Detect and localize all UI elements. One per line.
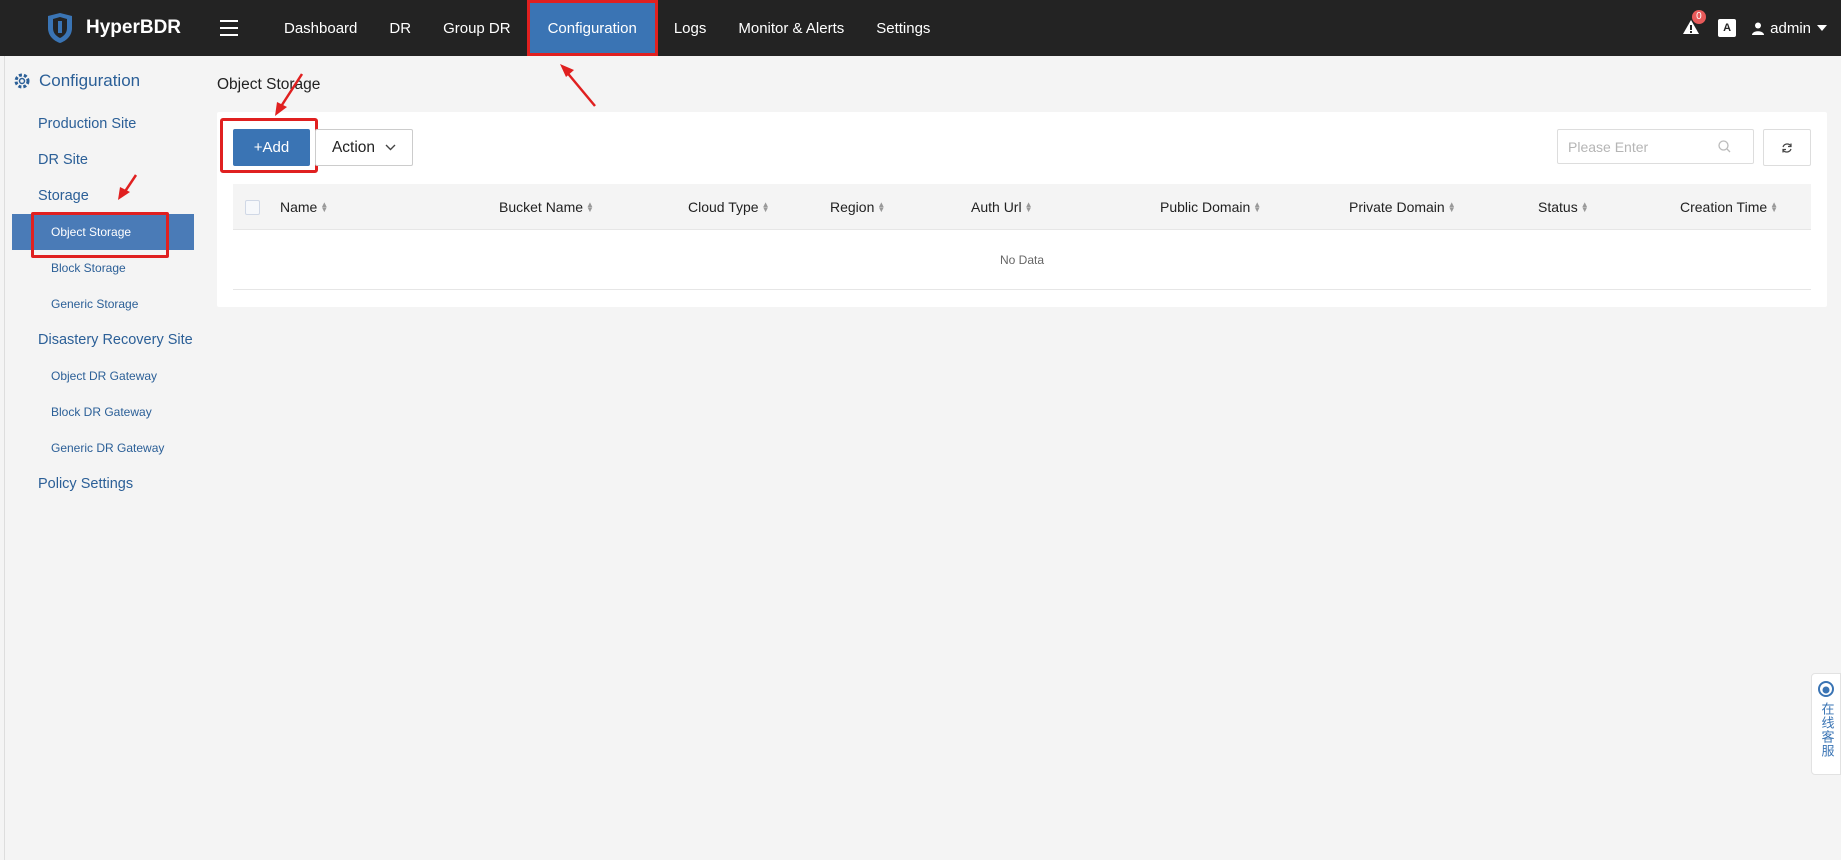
column-private-domain[interactable]: Private Domain ▲ ▼ [1349, 184, 1456, 230]
nav-logs[interactable]: Logs [658, 0, 723, 56]
column-label: Cloud Type [688, 199, 759, 215]
app-logo[interactable]: HyperBDR [42, 10, 212, 46]
search-input[interactable] [1568, 138, 1718, 155]
refresh-button[interactable] [1763, 129, 1811, 166]
action-label: Action [331, 138, 376, 156]
search-icon[interactable] [1718, 140, 1731, 153]
nav-group-dr[interactable]: Group DR [427, 0, 527, 56]
online-service-label: 在线客服 [1818, 702, 1834, 758]
sidebar-item-dr-site[interactable]: DR Site [5, 142, 202, 178]
column-label: Name [280, 199, 318, 215]
sidebar-item-block-dr-gateway[interactable]: Block DR Gateway [5, 394, 202, 430]
search-field[interactable] [1557, 129, 1754, 164]
empty-state: No Data [233, 230, 1811, 290]
column-label: Region [830, 199, 875, 215]
sort-icon: ▲ ▼ [1770, 200, 1779, 214]
column-label: Status [1538, 199, 1578, 215]
alert-icon[interactable]: 0 [1682, 10, 1706, 38]
top-right-tools: 0 A admin [1682, 0, 1827, 56]
content-card: +Add Action Name▲▼ Bucket Name▲▼ Cloud T… [217, 112, 1827, 307]
nav-dr[interactable]: DR [373, 0, 427, 56]
column-public-domain[interactable]: Public Domain ▲ ▼ [1160, 184, 1261, 230]
column-bucket-name[interactable]: Bucket Name ▲ ▼ [499, 184, 594, 230]
sidebar-item-storage[interactable]: Storage [5, 178, 202, 214]
sidebar-item-object-dr-gateway[interactable]: Object DR Gateway [5, 358, 202, 394]
column-label: Public Domain [1160, 199, 1251, 215]
alert-count-badge: 0 [1692, 10, 1706, 24]
chevron-down-icon [385, 144, 396, 151]
select-all-checkbox[interactable] [245, 200, 260, 215]
sidebar-item-policy-settings[interactable]: Policy Settings [5, 466, 202, 502]
column-label: Auth Url [971, 199, 1022, 215]
nav-settings[interactable]: Settings [860, 0, 946, 56]
top-nav-bar: HyperBDR Dashboard DR Group DR Configura… [0, 0, 1841, 56]
user-menu[interactable]: admin [1752, 20, 1827, 37]
sort-icon: ▲ ▼ [320, 200, 329, 214]
column-name[interactable]: Name ▲ ▼ [280, 184, 328, 230]
sort-icon: ▲ ▼ [877, 200, 886, 214]
main-nav: Dashboard DR Group DR Configuration Logs… [268, 0, 946, 56]
headset-icon [1818, 681, 1834, 697]
column-label: Creation Time [1680, 199, 1768, 215]
nav-monitor-alerts[interactable]: Monitor & Alerts [722, 0, 860, 56]
sidebar-item-object-storage[interactable]: Object Storage [12, 212, 194, 258]
column-cloud-type[interactable]: Cloud Type ▲ ▼ [688, 184, 770, 230]
sort-icon: ▲ ▼ [761, 200, 770, 214]
arrow-to-configuration [560, 64, 596, 107]
column-status[interactable]: Status ▲ ▼ [1538, 184, 1589, 230]
sidebar-item-production-site[interactable]: Production Site [5, 106, 202, 142]
sidebar-item-generic-dr-gateway[interactable]: Generic DR Gateway [5, 430, 202, 466]
user-icon [1752, 22, 1765, 35]
sort-icon: ▲ ▼ [1580, 200, 1589, 214]
online-service-widget[interactable]: 在线客服 [1811, 673, 1841, 775]
table-header: Name ▲ ▼ Bucket Name ▲ ▼ Cloud Type ▲ ▼ Region… [233, 184, 1811, 230]
menu-toggle-icon[interactable] [220, 15, 246, 41]
sidebar-item-generic-storage[interactable]: Generic Storage [5, 286, 202, 322]
refresh-icon [1782, 142, 1792, 153]
sidebar: Configuration Production Site DR Site St… [4, 56, 202, 860]
column-auth-url[interactable]: Auth Url ▲ ▼ [971, 184, 1033, 230]
column-creation-time[interactable]: Creation Time ▲ ▼ [1680, 184, 1778, 230]
sort-icon: ▲ ▼ [586, 200, 594, 214]
add-button[interactable]: +Add [233, 129, 310, 166]
sort-icon: ▲ ▼ [1447, 200, 1456, 214]
gear-icon [14, 73, 30, 89]
app-title: HyperBDR [86, 17, 182, 38]
sort-icon: ▲ ▼ [1253, 200, 1262, 214]
sidebar-title: Configuration [39, 71, 141, 90]
user-name: admin [1770, 19, 1811, 37]
nav-configuration[interactable]: Configuration [526, 0, 658, 56]
language-icon[interactable]: A [1718, 19, 1737, 37]
column-region[interactable]: Region ▲ ▼ [830, 184, 885, 230]
chevron-down-icon [1817, 25, 1827, 31]
column-label: Private Domain [1349, 199, 1445, 215]
sort-icon: ▲ ▼ [1024, 200, 1033, 214]
action-dropdown[interactable]: Action [315, 129, 413, 166]
shield-logo-icon [48, 13, 72, 43]
nav-dashboard[interactable]: Dashboard [268, 0, 373, 56]
sidebar-item-disaster-recovery-site[interactable]: Disastery Recovery Site [5, 322, 202, 358]
page-title: Object Storage [217, 76, 321, 93]
sidebar-header: Configuration [5, 56, 202, 106]
column-label: Bucket Name [499, 199, 584, 215]
